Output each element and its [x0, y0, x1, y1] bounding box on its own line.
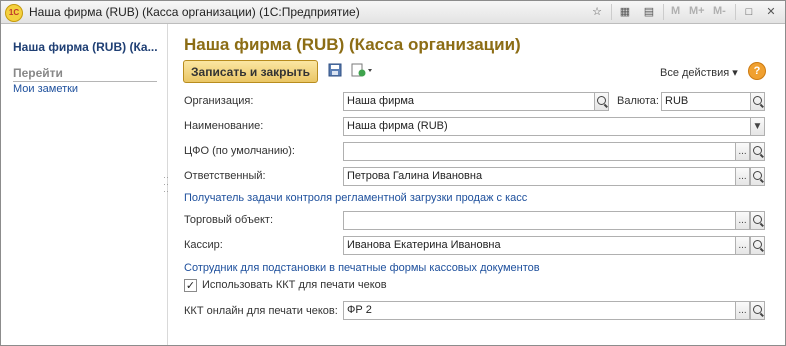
calculator-icon[interactable]: ▦ — [617, 4, 633, 20]
title-bar: 1С Наша фирма (RUB) (Касса организации) … — [1, 1, 785, 24]
chevron-down-icon: ▾ — [732, 67, 738, 79]
organization-label: Организация: — [184, 95, 254, 107]
cfo-input[interactable] — [343, 142, 736, 161]
trade-object-input[interactable] — [343, 211, 736, 230]
window-title: Наша фирма (RUB) (Касса организации) (1С… — [29, 5, 360, 19]
toolbar-separator — [663, 4, 664, 20]
cashier-select-button[interactable]: ... — [735, 236, 750, 255]
navigation-panel: Наша фирма (RUB) (Ка... Перейти Мои заме… — [1, 24, 169, 345]
panel-resize-grip[interactable]: ·· ·· ·· — [163, 173, 169, 196]
kkt-search-icon[interactable] — [750, 301, 765, 320]
organization-input[interactable]: Наша фирма — [343, 92, 595, 111]
cfo-search-icon[interactable] — [750, 142, 765, 161]
responsible-input[interactable]: Петрова Галина Ивановна — [343, 167, 736, 186]
name-label: Наименование: — [184, 120, 264, 132]
close-icon[interactable]: ✕ — [763, 4, 779, 20]
trade-object-search-icon[interactable] — [750, 211, 765, 230]
all-actions-menu[interactable]: Все действия ▾ — [660, 66, 738, 79]
calendar-icon[interactable]: ▤ — [641, 4, 657, 20]
responsible-search-icon[interactable] — [750, 167, 765, 186]
use-kkt-checkbox[interactable]: ✓ — [184, 279, 197, 292]
currency-label: Валюта: — [617, 95, 659, 107]
memory-plus-button[interactable]: M+ — [689, 5, 705, 17]
responsible-select-button[interactable]: ... — [735, 167, 750, 186]
responsible-label: Ответственный: — [184, 170, 266, 182]
my-notes-link[interactable]: Мои заметки — [13, 83, 78, 95]
receiver-section-heading: Получатель задачи контроля регламентной … — [184, 192, 528, 204]
memory-minus-button[interactable]: M- — [713, 5, 726, 17]
currency-input[interactable]: RUB — [661, 92, 751, 111]
name-input[interactable]: Наша фирма (RUB) — [343, 117, 751, 136]
kkt-input[interactable]: ФР 2 — [343, 301, 736, 320]
help-icon[interactable]: ? — [748, 62, 766, 80]
restore-icon[interactable]: □ — [741, 4, 757, 20]
toolbar-separator — [611, 4, 612, 20]
cashier-input[interactable]: Иванова Екатерина Ивановна — [343, 236, 736, 255]
save-icon[interactable] — [326, 63, 344, 81]
save-and-close-button[interactable]: Записать и закрыть — [183, 60, 318, 83]
kkt-select-button[interactable]: ... — [735, 301, 750, 320]
all-actions-label: Все действия — [660, 67, 730, 79]
kkt-label: ККТ онлайн для печати чеков: — [184, 305, 338, 317]
organization-search-icon[interactable] — [594, 92, 609, 111]
employee-section-heading: Сотрудник для подстановки в печатные фор… — [184, 262, 540, 274]
create-based-on-icon[interactable] — [350, 63, 376, 81]
use-kkt-label[interactable]: Использовать ККТ для печати чеков — [202, 279, 387, 291]
toolbar-separator — [735, 4, 736, 20]
cashier-label: Кассир: — [184, 239, 223, 251]
app-logo-icon: 1С — [5, 4, 23, 22]
cfo-label: ЦФО (по умолчанию): — [184, 145, 295, 157]
memory-button[interactable]: M — [671, 5, 680, 17]
favorite-icon[interactable]: ☆ — [589, 4, 605, 20]
trade-object-label: Торговый объект: — [184, 214, 274, 226]
cashier-search-icon[interactable] — [750, 236, 765, 255]
form-area: Наша фирма (RUB) (Касса организации) Зап… — [168, 24, 785, 345]
page-title: Наша фирма (RUB) (Касса организации) — [184, 35, 521, 54]
currency-search-icon[interactable] — [750, 92, 765, 111]
navigation-section-goto: Перейти — [13, 66, 157, 82]
trade-object-select-button[interactable]: ... — [735, 211, 750, 230]
app-window: 1С Наша фирма (RUB) (Касса организации) … — [0, 0, 786, 346]
name-dropdown-icon[interactable]: ▼ — [750, 117, 765, 136]
navigation-title[interactable]: Наша фирма (RUB) (Ка... — [13, 40, 158, 54]
cfo-select-button[interactable]: ... — [735, 142, 750, 161]
